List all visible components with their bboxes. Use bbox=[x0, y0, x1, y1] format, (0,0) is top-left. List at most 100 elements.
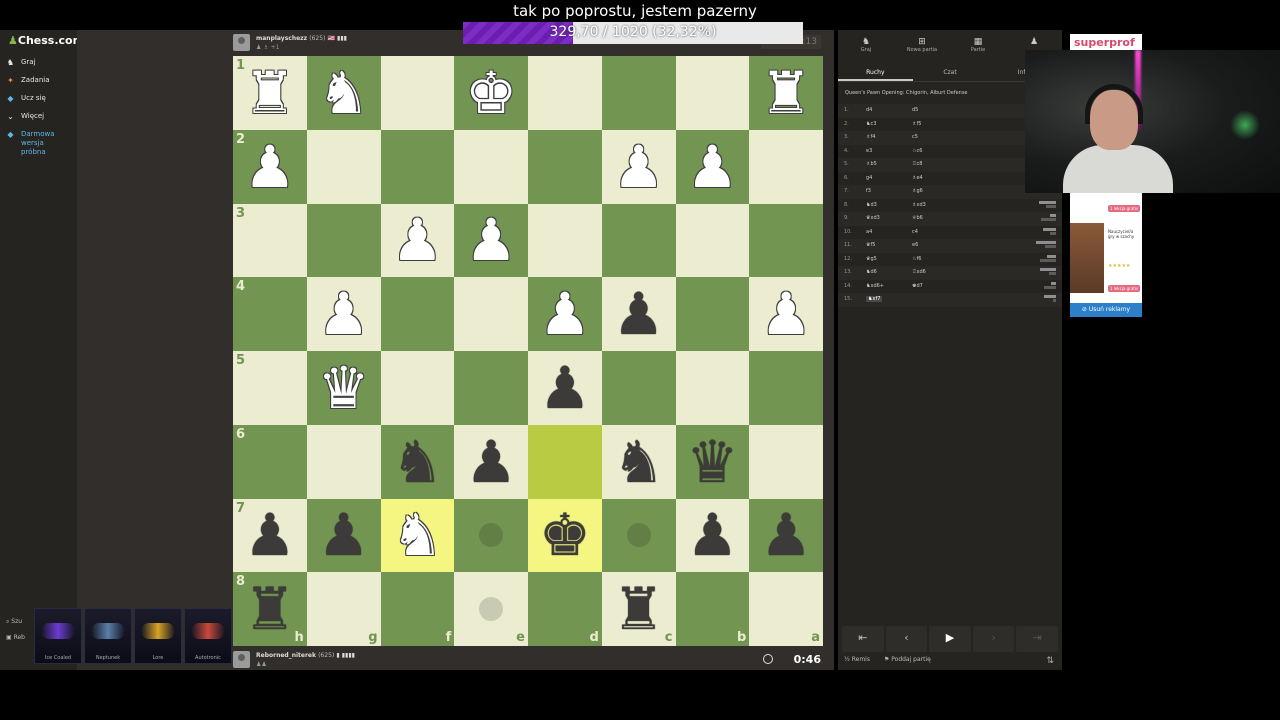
tab-moves[interactable]: Ruchy bbox=[838, 64, 913, 81]
white-move[interactable]: ♞xd6+ bbox=[866, 283, 884, 289]
white-move[interactable]: ♞xf7 bbox=[866, 296, 883, 302]
white-move[interactable]: f3 bbox=[866, 188, 871, 194]
square-c6[interactable]: ♞ bbox=[601, 424, 676, 499]
ad-banner[interactable]: 1 lekcja gratis Nauczyciel/a gry w szach… bbox=[1070, 193, 1142, 303]
black-pawn-piece[interactable]: ♟ bbox=[613, 285, 665, 343]
opening-name[interactable]: Queen's Pawn Opening: Chigorin, Alburt D… bbox=[845, 90, 968, 96]
white-move[interactable]: g4 bbox=[866, 175, 872, 181]
black-move[interactable]: ♗f5 bbox=[912, 121, 921, 127]
black-knight-piece[interactable]: ♞ bbox=[613, 433, 665, 491]
white-move[interactable]: a4 bbox=[866, 229, 872, 235]
black-queen-piece[interactable]: ♛ bbox=[686, 433, 738, 491]
first-move-button[interactable]: ⇤ bbox=[842, 626, 884, 652]
move-hint-dot[interactable] bbox=[479, 523, 504, 548]
square-g7[interactable]: ♟ bbox=[306, 498, 381, 573]
square-f4[interactable] bbox=[380, 277, 455, 351]
square-e7[interactable] bbox=[454, 498, 528, 573]
sidebar-item-free-trial[interactable]: ◆ Darmowa wersja próbna bbox=[6, 130, 61, 160]
square-d1[interactable] bbox=[528, 56, 602, 130]
square-d5[interactable]: ♟ bbox=[528, 351, 602, 425]
square-g1[interactable]: ♞ bbox=[306, 56, 381, 130]
chess-com-logo[interactable]: ♟Chess.com bbox=[8, 34, 84, 47]
square-e5[interactable] bbox=[454, 351, 528, 425]
resign-button[interactable]: ⚑ Poddaj partię bbox=[884, 656, 931, 663]
sidebar-profile[interactable]: ▣ Reb bbox=[6, 634, 25, 650]
square-a1[interactable]: ♜ bbox=[749, 56, 823, 130]
square-h6[interactable]: 6 bbox=[233, 424, 307, 499]
prev-move-button[interactable]: ‹ bbox=[885, 626, 928, 652]
black-move[interactable]: ♖c8 bbox=[912, 161, 922, 167]
play-button[interactable]: ▶ bbox=[929, 626, 971, 652]
white-move[interactable]: ♛xd3 bbox=[866, 215, 880, 221]
square-h5[interactable]: 5 bbox=[233, 351, 307, 425]
move-hint-dot[interactable] bbox=[479, 597, 504, 622]
black-move[interactable]: d5 bbox=[912, 107, 918, 113]
tab-play[interactable]: ♞ Graj bbox=[838, 34, 894, 60]
black-move[interactable]: ♗xd3 bbox=[912, 202, 926, 208]
square-c8[interactable]: c ♜ bbox=[601, 572, 676, 646]
black-king-piece[interactable]: ♚ bbox=[539, 506, 591, 564]
square-g2[interactable] bbox=[306, 129, 381, 204]
square-a7[interactable]: ♟ bbox=[749, 498, 823, 573]
opponent-avatar[interactable] bbox=[233, 34, 250, 51]
square-g8[interactable]: g bbox=[306, 572, 381, 646]
square-d6[interactable] bbox=[528, 424, 602, 499]
square-f8[interactable]: f bbox=[380, 572, 455, 646]
square-h8[interactable]: 8 h ♜ bbox=[233, 572, 307, 646]
square-g5[interactable]: ♛ bbox=[306, 351, 381, 425]
white-rook-piece[interactable]: ♜ bbox=[244, 64, 296, 122]
white-move[interactable]: d4 bbox=[866, 107, 872, 113]
square-f3[interactable]: ♟ bbox=[380, 203, 455, 278]
white-move[interactable]: ♛f5 bbox=[866, 242, 875, 248]
white-pawn-piece[interactable]: ♟ bbox=[244, 138, 296, 196]
square-a2[interactable] bbox=[749, 129, 823, 204]
move-hint-dot[interactable] bbox=[626, 523, 651, 548]
ad-banner-top[interactable]: superprof bbox=[1070, 34, 1142, 50]
square-h1[interactable]: 1 ♜ bbox=[233, 56, 307, 130]
white-move[interactable]: ♗f4 bbox=[866, 134, 875, 140]
white-move[interactable]: ♞d6 bbox=[866, 269, 877, 275]
square-b7[interactable]: ♟ bbox=[675, 498, 750, 573]
square-g4[interactable]: ♟ bbox=[306, 277, 381, 351]
opponent-name[interactable]: manplayschezz (625) 🇺🇸 ▮▮▮ bbox=[256, 35, 347, 42]
square-a8[interactable]: a bbox=[749, 572, 823, 646]
square-b3[interactable] bbox=[675, 203, 750, 278]
square-d4[interactable]: ♟ bbox=[528, 277, 602, 351]
square-b8[interactable]: b bbox=[675, 572, 750, 646]
white-rook-piece[interactable]: ♜ bbox=[760, 64, 812, 122]
square-g3[interactable] bbox=[306, 203, 381, 278]
ad-cta-button[interactable]: 1 lekcja gratis bbox=[1108, 205, 1140, 212]
square-f2[interactable] bbox=[380, 129, 455, 204]
sidebar-item-learn[interactable]: ◆ Ucz się bbox=[6, 94, 61, 112]
white-queen-piece[interactable]: ♛ bbox=[318, 359, 370, 417]
square-g6[interactable] bbox=[306, 424, 381, 499]
black-move[interactable]: c4 bbox=[912, 229, 918, 235]
white-knight-piece[interactable]: ♞ bbox=[391, 506, 443, 564]
square-d8[interactable]: d bbox=[528, 572, 602, 646]
white-pawn-piece[interactable]: ♟ bbox=[391, 211, 443, 269]
square-a6[interactable] bbox=[749, 424, 823, 499]
black-move[interactable]: ♖xd6 bbox=[912, 269, 926, 275]
square-d7[interactable]: ♚ bbox=[528, 498, 602, 573]
black-pawn-piece[interactable]: ♟ bbox=[760, 506, 812, 564]
tab-games[interactable]: ▦ Partie bbox=[950, 34, 1006, 60]
black-move[interactable]: ♕b6 bbox=[912, 215, 923, 221]
white-move[interactable]: ♞c3 bbox=[866, 121, 876, 127]
black-move[interactable]: e6 bbox=[912, 242, 918, 248]
black-move[interactable]: c5 bbox=[912, 134, 918, 140]
square-h7[interactable]: 7 ♟ bbox=[233, 498, 307, 573]
white-move[interactable]: e3 bbox=[866, 148, 872, 154]
square-d2[interactable] bbox=[528, 129, 602, 204]
black-rook-piece[interactable]: ♜ bbox=[244, 580, 296, 638]
square-c1[interactable] bbox=[601, 56, 676, 130]
square-d3[interactable] bbox=[528, 203, 602, 278]
black-pawn-piece[interactable]: ♟ bbox=[465, 433, 517, 491]
white-move[interactable]: ♛g5 bbox=[866, 256, 877, 262]
black-move[interactable]: ♚d7 bbox=[912, 283, 923, 289]
black-knight-piece[interactable]: ♞ bbox=[391, 433, 443, 491]
square-f7[interactable]: ♞ bbox=[380, 498, 455, 573]
square-c3[interactable] bbox=[601, 203, 676, 278]
square-h3[interactable]: 3 bbox=[233, 203, 307, 278]
sidebar-item-more[interactable]: ⌄ Więcej bbox=[6, 112, 61, 130]
square-b5[interactable] bbox=[675, 351, 750, 425]
